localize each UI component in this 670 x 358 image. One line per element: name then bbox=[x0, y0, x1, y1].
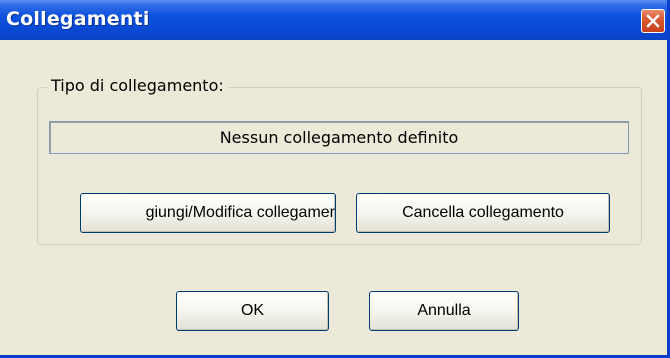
cancel-button[interactable]: Annulla bbox=[369, 291, 519, 331]
add-edit-link-button[interactable]: giungi/Modifica collegamer bbox=[80, 193, 336, 233]
close-icon bbox=[646, 14, 660, 28]
link-status-field: Nessun collegamento definito bbox=[49, 121, 629, 154]
delete-link-button[interactable]: Cancella collegamento bbox=[356, 193, 610, 233]
ok-button[interactable]: OK bbox=[176, 291, 329, 331]
close-button[interactable] bbox=[641, 9, 665, 33]
add-edit-link-label: giungi/Modifica collegamer bbox=[145, 204, 335, 221]
link-type-legend: Tipo di collegamento: bbox=[47, 76, 228, 96]
dialog-title: Collegamenti bbox=[6, 8, 150, 30]
links-dialog: Collegamenti Tipo di collegamento: Nessu… bbox=[0, 0, 670, 358]
title-bar[interactable]: Collegamenti bbox=[0, 0, 667, 40]
